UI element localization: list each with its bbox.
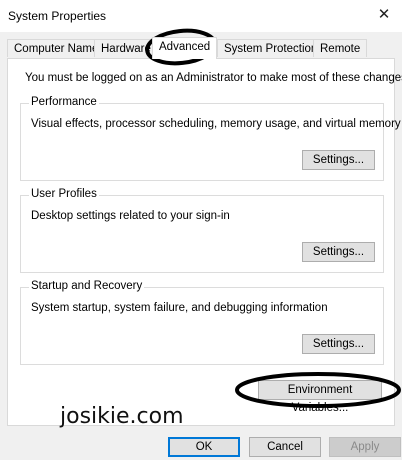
tab-advanced[interactable]: Advanced [152,37,218,59]
tab-system-protection[interactable]: System Protection [217,39,325,57]
close-icon[interactable]: ✕ [372,4,396,26]
performance-title: Performance [29,96,99,108]
title-bar: System Properties ✕ [0,0,402,32]
user-profiles-settings-button[interactable]: Settings... [302,242,375,262]
tab-hardware[interactable]: Hardware [94,39,158,57]
user-profiles-title: User Profiles [29,188,99,200]
tab-computer-name[interactable]: Computer Name [7,39,106,57]
tab-remote[interactable]: Remote [313,39,368,57]
performance-description: Visual effects, processor scheduling, me… [31,118,401,130]
advanced-panel: You must be logged on as an Administrato… [7,58,402,426]
watermark: josikie.com [60,404,184,429]
performance-settings-button[interactable]: Settings... [302,150,375,170]
cancel-button[interactable]: Cancel [249,437,321,457]
window-title: System Properties [8,9,107,23]
ok-button[interactable]: OK [168,437,240,457]
startup-recovery-description: System startup, system failure, and debu… [31,302,328,314]
startup-recovery-title: Startup and Recovery [29,280,145,292]
tab-strip: Computer Name Hardware Advanced System P… [7,37,397,59]
apply-button[interactable]: Apply [329,437,401,457]
admin-notice: You must be logged on as an Administrato… [25,72,402,84]
startup-recovery-settings-button[interactable]: Settings... [302,334,375,354]
user-profiles-group: User Profiles Desktop settings related t… [20,188,384,273]
performance-group: Performance Visual effects, processor sc… [20,96,401,181]
user-profiles-description: Desktop settings related to your sign-in [31,210,230,222]
environment-variables-button[interactable]: Environment Variables... [258,380,382,414]
startup-recovery-group: Startup and Recovery System startup, sys… [20,280,384,365]
